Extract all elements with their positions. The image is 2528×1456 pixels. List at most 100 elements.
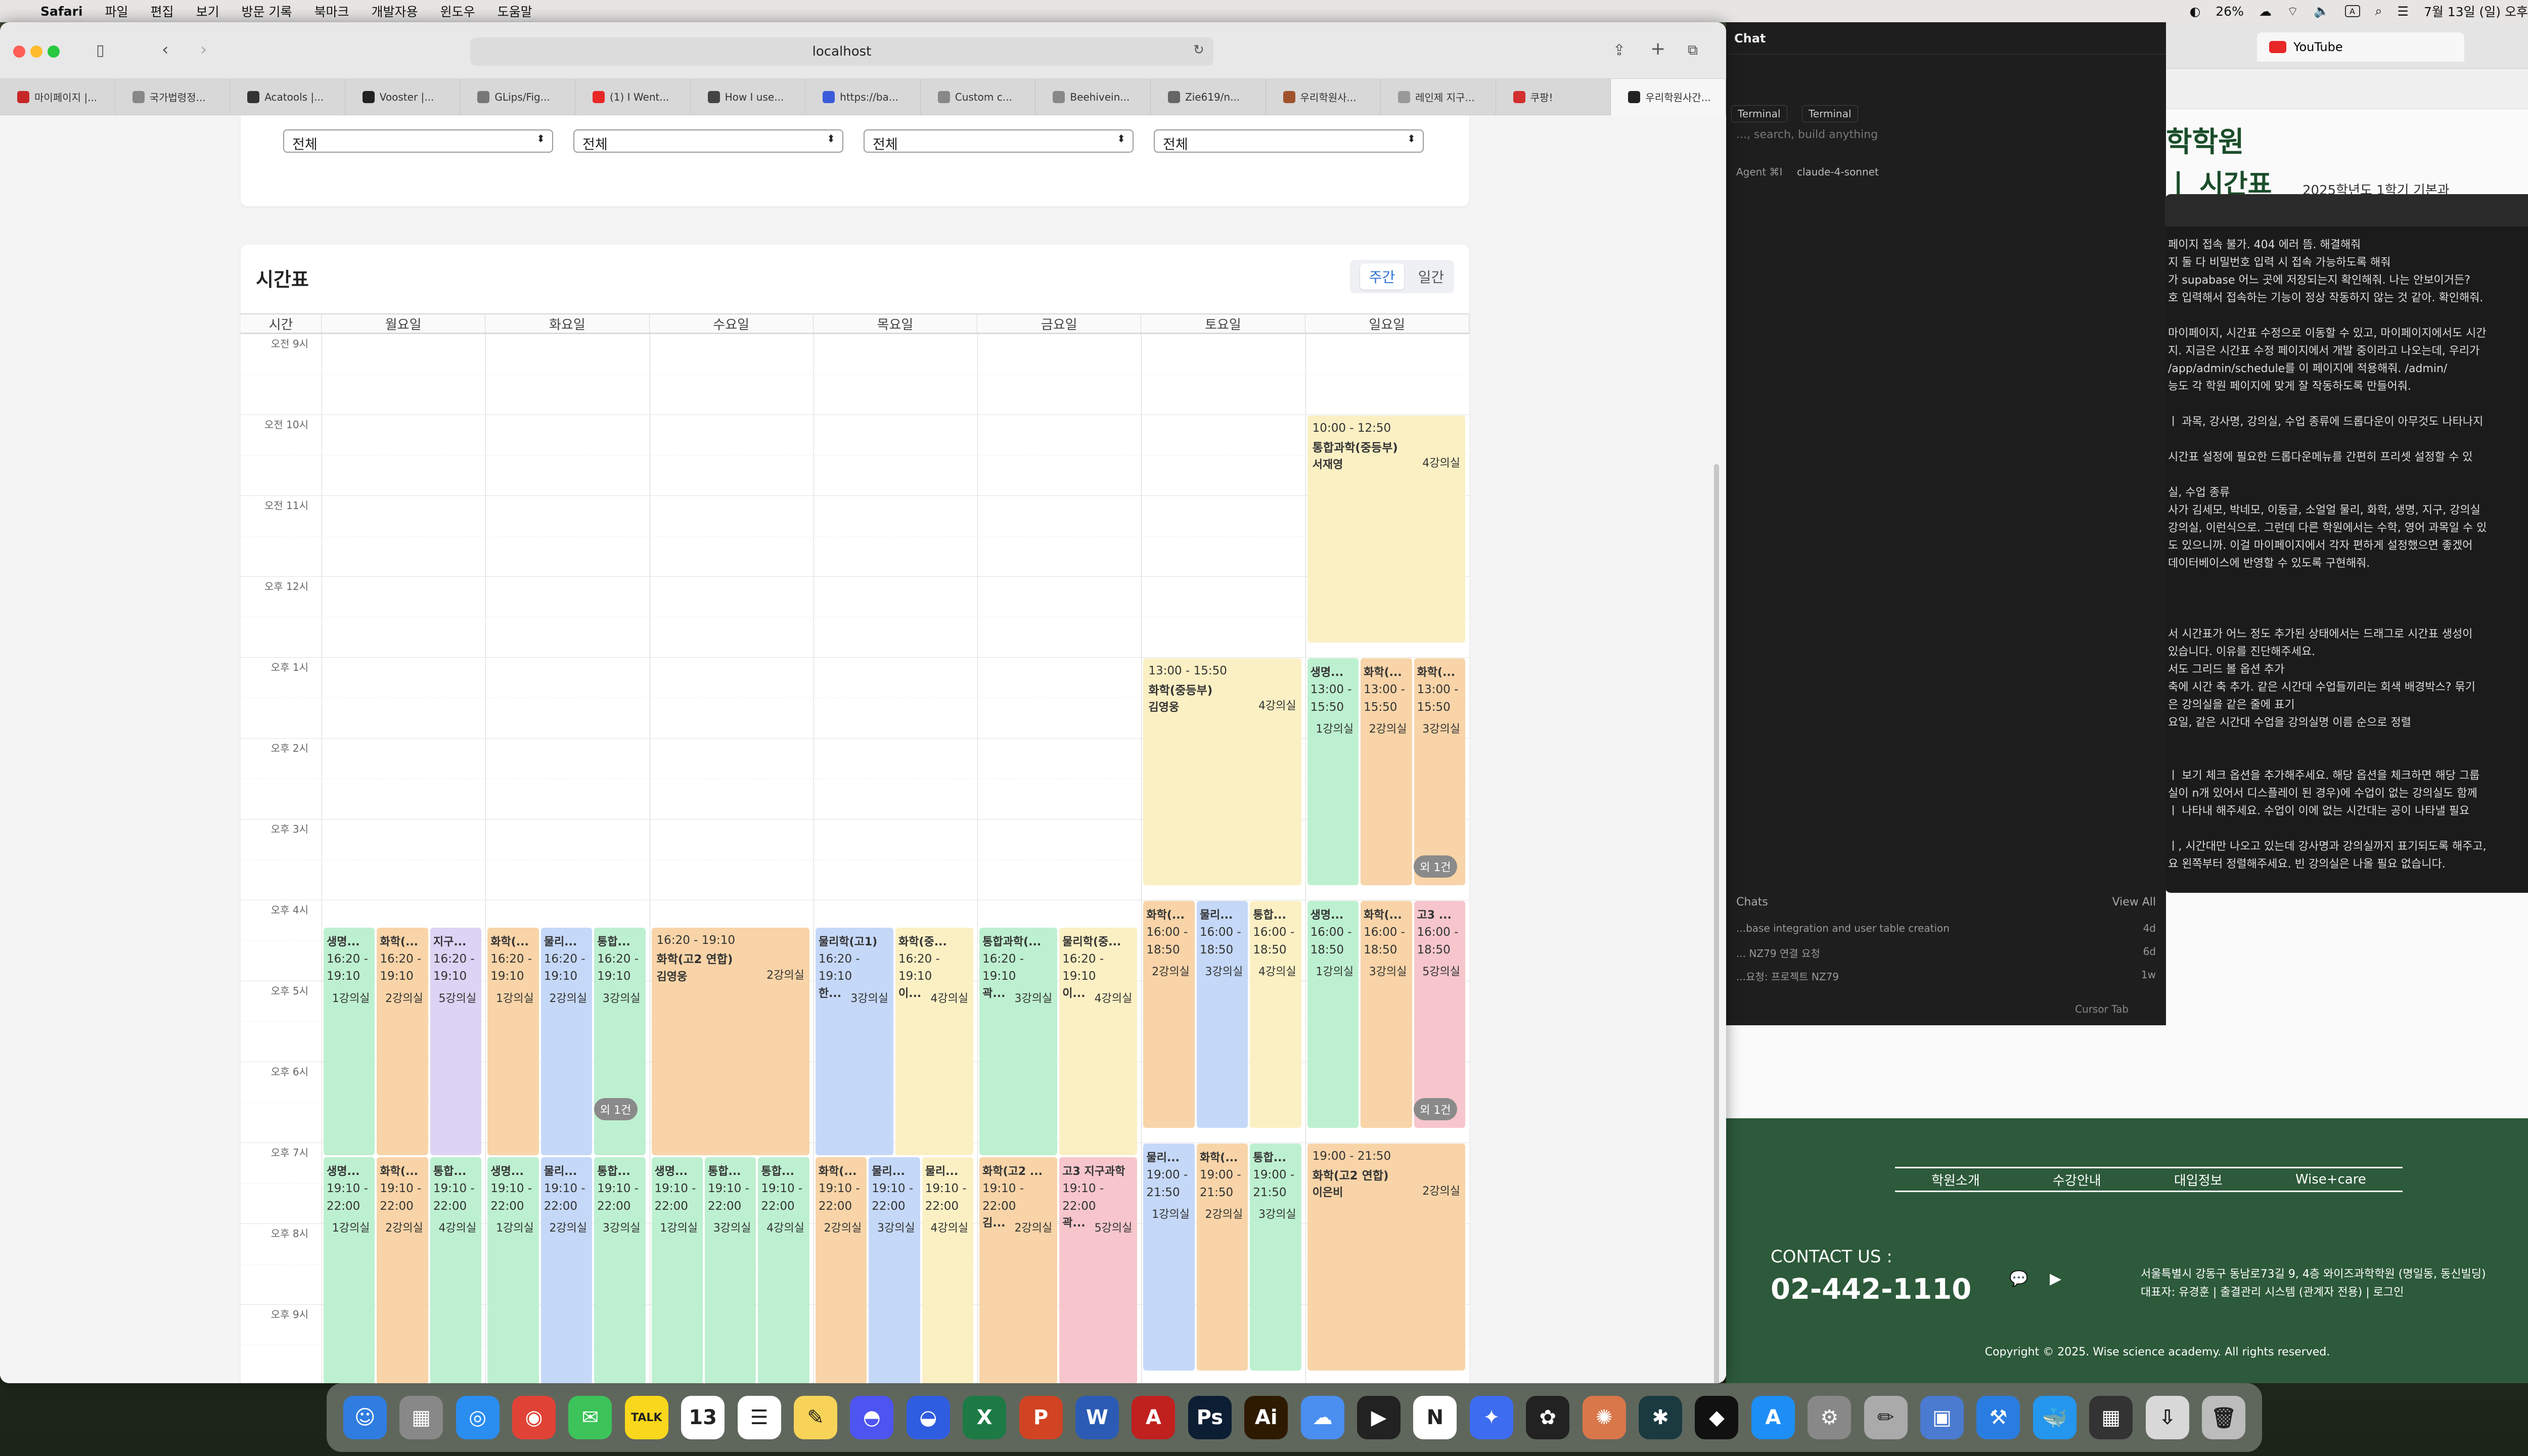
input-mode-indicator[interactable]: A	[2344, 5, 2360, 17]
tab-overview-icon[interactable]: ⧉	[1688, 41, 1698, 59]
class-event[interactable]: 화학(고2 ... 19:10 - 22:00 김... 2강의실	[979, 1157, 1058, 1383]
chat-history-item[interactable]: ...base integration and user table creat…	[1736, 922, 2156, 934]
daily-view-button[interactable]: 일간	[1418, 266, 1444, 287]
class-event[interactable]: 물리... 16:20 - 19:10 2강의실	[540, 927, 593, 1156]
powerpoint-icon[interactable]: P	[1019, 1396, 1063, 1439]
class-event[interactable]: 통합... 19:10 - 22:00 4강의실	[430, 1157, 482, 1383]
class-event[interactable]: 통합... 19:10 - 22:00 3강의실	[594, 1157, 646, 1383]
filter-subject-select[interactable]: 전체 ⬍	[283, 129, 553, 153]
browser-tab[interactable]: Beehivein...	[1035, 78, 1151, 115]
youtube-icon[interactable]: ▶	[2050, 1270, 2061, 1288]
downloads-icon[interactable]: ⇩	[2145, 1396, 2189, 1439]
class-event[interactable]: 13:00 - 15:50 화학(중등부) 김영웅 4강의실	[1143, 658, 1301, 885]
agent-mode-label[interactable]: Agent ⌘I	[1736, 166, 1782, 178]
class-event[interactable]: 물리... 19:10 - 22:00 4강의실	[922, 1157, 974, 1383]
browser-tab[interactable]: Acatools |...	[230, 78, 345, 115]
word-icon[interactable]: W	[1075, 1396, 1119, 1439]
notes-icon[interactable]: ✎	[793, 1396, 837, 1439]
new-tab-icon[interactable]: +	[1650, 38, 1665, 59]
browser-tab[interactable]: 국가법령정...	[115, 78, 231, 115]
menu-app-name[interactable]: Safari	[40, 4, 83, 19]
kakaotalk-icon[interactable]: TALK	[624, 1396, 668, 1439]
safari-icon[interactable]: ◎	[456, 1396, 500, 1439]
class-event[interactable]: 물리학(고1) 16:20 - 19:10 한... 3강의실	[815, 927, 893, 1156]
class-event[interactable]: 생명... 16:20 - 19:10 1강의실	[324, 927, 375, 1156]
class-event[interactable]: 통합... 19:10 - 22:00 3강의실	[704, 1157, 756, 1383]
volume-icon[interactable]: 🔈	[2314, 4, 2329, 19]
footer-link-about[interactable]: 학원소개	[1931, 1170, 1980, 1189]
more-events-badge[interactable]: 외 1건	[594, 1098, 638, 1120]
xcode-icon[interactable]: ⚒	[1976, 1396, 2020, 1439]
class-event[interactable]: 화학(... 19:00 - 21:50 2강의실	[1196, 1144, 1248, 1371]
more-events-badge[interactable]: 외 1건	[1413, 855, 1457, 878]
class-event[interactable]: 통합과학(... 16:20 - 19:10 곽... 3강의실	[979, 927, 1058, 1156]
browser-tab[interactable]: https://ba...	[805, 78, 921, 115]
cloud-app-icon[interactable]: ☁	[1300, 1396, 1344, 1439]
illustrator-icon[interactable]: Ai	[1244, 1396, 1288, 1439]
class-event[interactable]: 10:00 - 12:50 통합과학(중등부) 서재영 4강의실	[1307, 416, 1465, 643]
class-event[interactable]: 화학(... 16:00 - 18:50 3강의실	[1361, 901, 1412, 1128]
class-event[interactable]: 화학(... 16:00 - 18:50 2강의실	[1143, 901, 1195, 1128]
filter-type-select[interactable]: 전체 ⬍	[1154, 129, 1424, 153]
address-bar[interactable]: localhost	[470, 37, 1213, 66]
acrobat-icon[interactable]: A	[1132, 1396, 1176, 1439]
terminal-tab-1[interactable]: Terminal	[1731, 105, 1787, 122]
footer-link-admission[interactable]: 대입정보	[2174, 1170, 2223, 1189]
menu-edit[interactable]: 편집	[151, 2, 174, 20]
browser-tab[interactable]: Vooster |...	[345, 78, 461, 115]
terminal-tab-2[interactable]: Terminal	[1802, 105, 1858, 122]
menu-datetime[interactable]: 7월 13일 (일) 오후 10:52	[2424, 2, 2528, 20]
trash-icon[interactable]: 🗑	[2202, 1396, 2246, 1439]
menu-file[interactable]: 파일	[105, 2, 128, 20]
menu-bookmarks[interactable]: 북마크	[314, 2, 349, 20]
class-event[interactable]: 물리... 16:00 - 18:50 3강의실	[1196, 901, 1248, 1128]
class-event[interactable]: 화학(... 13:00 - 15:50 3강의실	[1414, 658, 1465, 885]
calendar-icon[interactable]: 13	[681, 1396, 725, 1439]
class-event[interactable]: 통합... 16:20 - 19:10 3강의실	[594, 927, 646, 1156]
sidebar-toggle-icon[interactable]: ▯	[96, 41, 105, 59]
more-events-badge[interactable]: 외 1건	[1413, 1098, 1457, 1120]
class-event[interactable]: 물리... 19:00 - 21:50 1강의실	[1143, 1144, 1195, 1371]
chrome-icon[interactable]: ◉	[512, 1396, 556, 1439]
class-event[interactable]: 화학(중... 16:20 - 19:10 이... 4강의실	[895, 927, 974, 1156]
close-window-button[interactable]	[13, 46, 25, 58]
class-event[interactable]: 물리... 19:10 - 22:00 2강의실	[540, 1157, 593, 1383]
class-event[interactable]: 화학(... 16:20 - 19:10 2강의실	[377, 927, 428, 1156]
class-event[interactable]: 생명... 13:00 - 15:50 1강의실	[1307, 658, 1359, 885]
filter-room-select[interactable]: 전체 ⬍	[864, 129, 1134, 153]
meta-app-icon[interactable]: ◒	[906, 1396, 950, 1439]
chat-input-placeholder[interactable]: ..., search, build anything	[1736, 128, 1878, 141]
class-event[interactable]: 물리... 19:10 - 22:00 3강의실	[869, 1157, 920, 1383]
zoom-window-button[interactable]	[48, 46, 60, 58]
app-store-icon[interactable]: A	[1751, 1396, 1795, 1439]
minimize-window-button[interactable]	[30, 46, 42, 58]
chat-history-item[interactable]: ... NZ79 연결 요청 6d	[1736, 945, 2156, 960]
filter-teacher-select[interactable]: 전체 ⬍	[573, 129, 843, 153]
blog-icon[interactable]: 💬	[2009, 1270, 2028, 1288]
class-event[interactable]: 생명... 19:10 - 22:00 1강의실	[324, 1157, 375, 1383]
chatgpt-icon[interactable]: ✿	[1526, 1396, 1570, 1439]
browser-tab[interactable]: 마이페이지 |...	[0, 78, 115, 115]
reload-icon[interactable]: ↻	[1193, 42, 1204, 58]
menu-window[interactable]: 윈도우	[440, 2, 475, 20]
menu-history[interactable]: 방문 기록	[242, 2, 292, 20]
class-event[interactable]: 고3 지구과학 19:10 - 22:00 곽... 5강의실	[1059, 1157, 1138, 1383]
arc-browser-icon[interactable]: ◓	[850, 1396, 894, 1439]
final-cut-icon[interactable]: ▶	[1357, 1396, 1401, 1439]
battery-percent[interactable]: 26%	[2216, 4, 2244, 19]
control-center-icon[interactable]: ☰	[2398, 4, 2409, 19]
claude-icon[interactable]: ✺	[1582, 1396, 1626, 1439]
share-icon[interactable]: ⇪	[1613, 41, 1626, 59]
launchpad-icon[interactable]: ▦	[399, 1396, 443, 1439]
excel-icon[interactable]: X	[963, 1396, 1007, 1439]
calculator-icon[interactable]: ▦	[2089, 1396, 2133, 1439]
class-event[interactable]: 화학(... 13:00 - 15:50 2강의실	[1361, 658, 1412, 885]
footer-link-courses[interactable]: 수강안내	[2053, 1170, 2101, 1189]
browser-tab[interactable]: 우리학원사...	[1266, 78, 1381, 115]
browser-tab[interactable]: 레인제 지구...	[1381, 78, 1496, 115]
class-event[interactable]: 통합... 19:10 - 22:00 4강의실	[758, 1157, 809, 1383]
class-event[interactable]: 통합... 19:00 - 21:50 3강의실	[1250, 1144, 1301, 1371]
gemini-icon[interactable]: ✦	[1469, 1396, 1513, 1439]
browser-tab[interactable]: GLips/Fig...	[460, 78, 575, 115]
search-icon[interactable]: ⌕	[2375, 4, 2382, 19]
